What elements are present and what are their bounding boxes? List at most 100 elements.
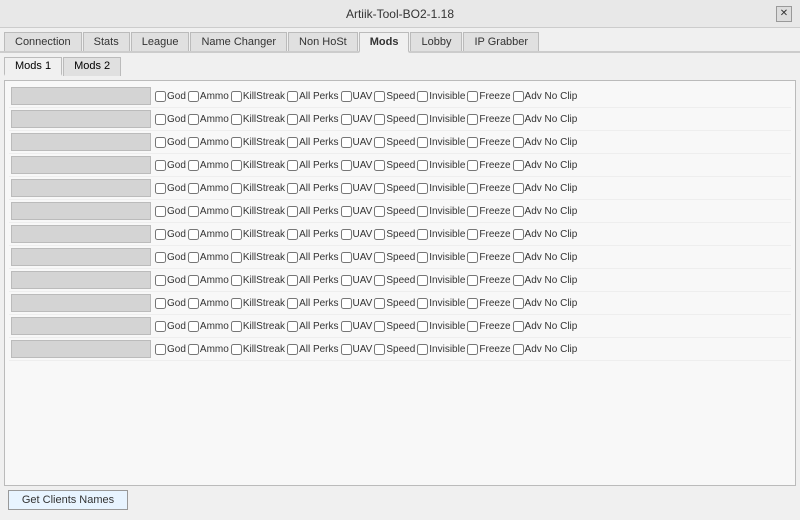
- checkbox-item-ammo[interactable]: Ammo: [188, 137, 229, 148]
- checkbox-item-god[interactable]: God: [155, 114, 186, 125]
- checkbox-speed[interactable]: [374, 137, 385, 148]
- checkbox-all-perks[interactable]: [287, 183, 298, 194]
- checkbox-item-ammo[interactable]: Ammo: [188, 91, 229, 102]
- checkbox-killstreak[interactable]: [231, 160, 242, 171]
- checkbox-uav[interactable]: [341, 275, 352, 286]
- checkbox-god[interactable]: [155, 114, 166, 125]
- checkbox-speed[interactable]: [374, 91, 385, 102]
- checkbox-uav[interactable]: [341, 298, 352, 309]
- checkbox-item-adv-no-clip[interactable]: Adv No Clip: [513, 252, 578, 263]
- checkbox-item-ammo[interactable]: Ammo: [188, 252, 229, 263]
- checkbox-killstreak[interactable]: [231, 206, 242, 217]
- checkbox-adv-no-clip[interactable]: [513, 229, 524, 240]
- nav-tab-mods[interactable]: Mods: [359, 32, 410, 53]
- checkbox-freeze[interactable]: [467, 229, 478, 240]
- checkbox-speed[interactable]: [374, 252, 385, 263]
- checkbox-all-perks[interactable]: [287, 160, 298, 171]
- checkbox-item-adv-no-clip[interactable]: Adv No Clip: [513, 298, 578, 309]
- checkbox-invisible[interactable]: [417, 344, 428, 355]
- checkbox-ammo[interactable]: [188, 206, 199, 217]
- checkbox-all-perks[interactable]: [287, 229, 298, 240]
- checkbox-speed[interactable]: [374, 275, 385, 286]
- checkbox-item-killstreak[interactable]: KillStreak: [231, 344, 285, 355]
- checkbox-item-ammo[interactable]: Ammo: [188, 321, 229, 332]
- checkbox-freeze[interactable]: [467, 91, 478, 102]
- checkbox-item-invisible[interactable]: Invisible: [417, 206, 465, 217]
- checkbox-item-speed[interactable]: Speed: [374, 137, 415, 148]
- checkbox-item-speed[interactable]: Speed: [374, 275, 415, 286]
- checkbox-item-freeze[interactable]: Freeze: [467, 114, 510, 125]
- checkbox-item-uav[interactable]: UAV: [341, 206, 373, 217]
- nav-tab-stats[interactable]: Stats: [83, 32, 130, 51]
- checkbox-item-uav[interactable]: UAV: [341, 229, 373, 240]
- checkbox-item-god[interactable]: God: [155, 229, 186, 240]
- checkbox-speed[interactable]: [374, 229, 385, 240]
- checkbox-item-god[interactable]: God: [155, 183, 186, 194]
- nav-tab-non-host[interactable]: Non HoSt: [288, 32, 358, 51]
- checkbox-killstreak[interactable]: [231, 229, 242, 240]
- checkbox-item-ammo[interactable]: Ammo: [188, 298, 229, 309]
- checkbox-ammo[interactable]: [188, 344, 199, 355]
- checkbox-item-ammo[interactable]: Ammo: [188, 183, 229, 194]
- checkbox-ammo[interactable]: [188, 275, 199, 286]
- checkbox-invisible[interactable]: [417, 206, 428, 217]
- checkbox-uav[interactable]: [341, 160, 352, 171]
- checkbox-ammo[interactable]: [188, 252, 199, 263]
- checkbox-freeze[interactable]: [467, 298, 478, 309]
- checkbox-uav[interactable]: [341, 344, 352, 355]
- checkbox-uav[interactable]: [341, 137, 352, 148]
- checkbox-item-freeze[interactable]: Freeze: [467, 275, 510, 286]
- checkbox-item-invisible[interactable]: Invisible: [417, 344, 465, 355]
- checkbox-invisible[interactable]: [417, 183, 428, 194]
- checkbox-god[interactable]: [155, 275, 166, 286]
- checkbox-item-adv-no-clip[interactable]: Adv No Clip: [513, 321, 578, 332]
- checkbox-item-killstreak[interactable]: KillStreak: [231, 252, 285, 263]
- checkbox-invisible[interactable]: [417, 114, 428, 125]
- checkbox-all-perks[interactable]: [287, 114, 298, 125]
- checkbox-god[interactable]: [155, 298, 166, 309]
- checkbox-item-uav[interactable]: UAV: [341, 183, 373, 194]
- checkbox-invisible[interactable]: [417, 137, 428, 148]
- checkbox-freeze[interactable]: [467, 137, 478, 148]
- checkbox-item-all-perks[interactable]: All Perks: [287, 183, 338, 194]
- checkbox-freeze[interactable]: [467, 252, 478, 263]
- checkbox-item-killstreak[interactable]: KillStreak: [231, 298, 285, 309]
- checkbox-item-freeze[interactable]: Freeze: [467, 206, 510, 217]
- checkbox-god[interactable]: [155, 206, 166, 217]
- checkbox-item-god[interactable]: God: [155, 344, 186, 355]
- checkbox-item-speed[interactable]: Speed: [374, 344, 415, 355]
- checkbox-killstreak[interactable]: [231, 114, 242, 125]
- checkbox-all-perks[interactable]: [287, 252, 298, 263]
- checkbox-item-killstreak[interactable]: KillStreak: [231, 229, 285, 240]
- checkbox-ammo[interactable]: [188, 114, 199, 125]
- checkbox-god[interactable]: [155, 229, 166, 240]
- checkbox-item-killstreak[interactable]: KillStreak: [231, 275, 285, 286]
- checkbox-item-freeze[interactable]: Freeze: [467, 137, 510, 148]
- checkbox-item-uav[interactable]: UAV: [341, 275, 373, 286]
- checkbox-freeze[interactable]: [467, 114, 478, 125]
- checkbox-all-perks[interactable]: [287, 344, 298, 355]
- checkbox-item-killstreak[interactable]: KillStreak: [231, 206, 285, 217]
- checkbox-invisible[interactable]: [417, 229, 428, 240]
- checkbox-freeze[interactable]: [467, 206, 478, 217]
- sub-tab-mods-2[interactable]: Mods 2: [63, 57, 121, 76]
- checkbox-item-invisible[interactable]: Invisible: [417, 114, 465, 125]
- checkbox-invisible[interactable]: [417, 275, 428, 286]
- checkbox-item-all-perks[interactable]: All Perks: [287, 275, 338, 286]
- checkbox-invisible[interactable]: [417, 91, 428, 102]
- checkbox-adv-no-clip[interactable]: [513, 91, 524, 102]
- checkbox-item-ammo[interactable]: Ammo: [188, 275, 229, 286]
- checkbox-item-ammo[interactable]: Ammo: [188, 344, 229, 355]
- checkbox-all-perks[interactable]: [287, 206, 298, 217]
- checkbox-item-adv-no-clip[interactable]: Adv No Clip: [513, 183, 578, 194]
- checkbox-item-god[interactable]: God: [155, 298, 186, 309]
- checkbox-killstreak[interactable]: [231, 321, 242, 332]
- checkbox-item-adv-no-clip[interactable]: Adv No Clip: [513, 275, 578, 286]
- checkbox-ammo[interactable]: [188, 321, 199, 332]
- checkbox-adv-no-clip[interactable]: [513, 160, 524, 171]
- checkbox-speed[interactable]: [374, 321, 385, 332]
- checkbox-item-freeze[interactable]: Freeze: [467, 160, 510, 171]
- checkbox-uav[interactable]: [341, 229, 352, 240]
- checkbox-item-speed[interactable]: Speed: [374, 91, 415, 102]
- checkbox-item-adv-no-clip[interactable]: Adv No Clip: [513, 206, 578, 217]
